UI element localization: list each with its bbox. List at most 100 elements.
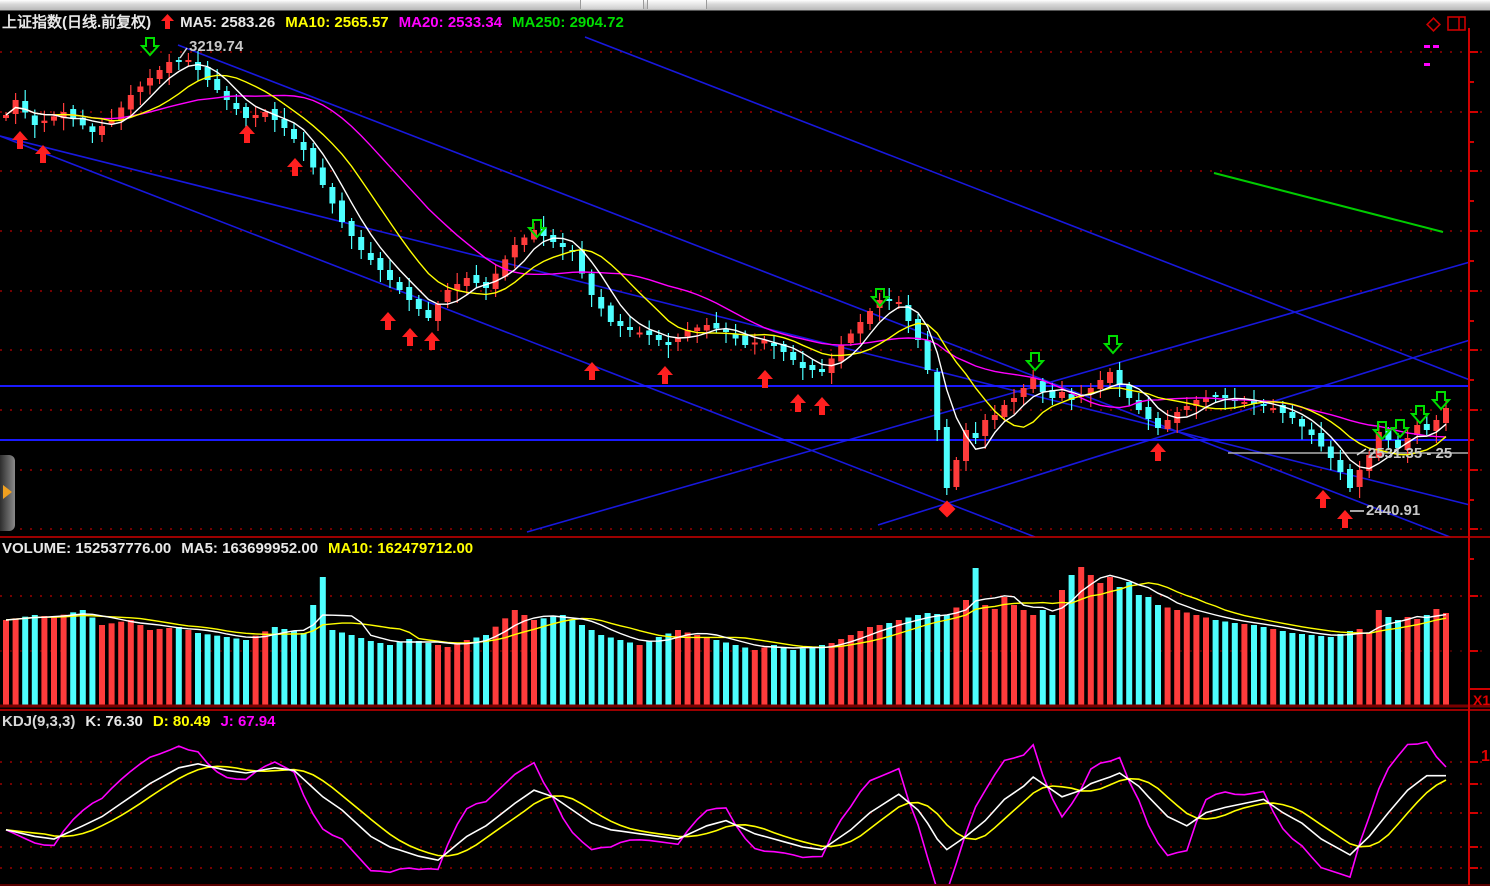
volume-bar: [1251, 625, 1257, 705]
volume-bar: [1241, 624, 1247, 705]
candle: [1309, 430, 1315, 436]
candle: [464, 278, 470, 286]
candle: [1097, 380, 1103, 389]
kdj-k-value: K: 76.30: [85, 713, 143, 730]
volume-bar: [531, 620, 537, 705]
candle: [1241, 402, 1247, 404]
candle: [838, 345, 844, 362]
chart-canvas[interactable]: [0, 0, 1490, 886]
volume-bar: [483, 635, 489, 705]
candle: [281, 119, 287, 128]
buy-arrow: [424, 332, 440, 350]
candle: [665, 342, 671, 345]
candle: [157, 70, 163, 79]
volume-bar: [1357, 629, 1363, 705]
volume-bar: [1193, 615, 1199, 705]
candle: [896, 302, 902, 304]
volume-bar: [339, 633, 345, 706]
candle: [99, 126, 105, 135]
volume-bar: [1088, 575, 1094, 705]
volume-bar: [627, 643, 633, 706]
volume-bar: [829, 643, 835, 705]
candle: [147, 78, 153, 86]
candle: [819, 369, 825, 372]
volume-bar: [1174, 610, 1180, 705]
candle: [214, 79, 220, 90]
buy-arrow: [287, 158, 303, 176]
candle: [934, 372, 940, 430]
candle: [637, 333, 643, 335]
candle: [560, 243, 566, 247]
volume-bar: [397, 642, 403, 705]
price-range-label: 2531.35 - 25: [1368, 445, 1452, 462]
kdj-pane[interactable]: [6, 742, 1446, 886]
candle: [1155, 418, 1161, 428]
candle: [1184, 406, 1190, 410]
volume-bar: [1030, 615, 1036, 705]
volume-bar: [1145, 597, 1151, 705]
volume-bar: [166, 628, 172, 705]
candle: [1433, 420, 1439, 431]
candle: [166, 62, 172, 73]
buy-arrow: [790, 394, 806, 412]
candle: [435, 304, 441, 321]
volume-bar: [685, 633, 691, 706]
volume-bar: [41, 616, 47, 705]
candle: [1213, 395, 1219, 397]
volume-bar: [934, 614, 940, 705]
candle: [848, 334, 854, 344]
buy-arrow: [239, 125, 255, 143]
candle: [1040, 381, 1046, 392]
candle: [521, 238, 527, 246]
volume-bar: [1117, 587, 1123, 705]
candle: [713, 323, 719, 329]
diamond-tool-icon[interactable]: [1424, 15, 1442, 33]
volume-bar: [80, 610, 86, 705]
candle: [1270, 408, 1276, 410]
volume-bar: [70, 612, 76, 705]
candle: [617, 321, 623, 326]
volume-bar: [1309, 635, 1315, 705]
volume-bar: [272, 627, 278, 705]
buy-arrow: [380, 312, 396, 330]
buy-arrow: [657, 366, 673, 384]
candle: [1337, 460, 1343, 472]
candle: [349, 221, 355, 236]
volume-bar: [445, 647, 451, 705]
candle: [752, 343, 758, 345]
candle: [1261, 404, 1267, 406]
kdj-scale-label: 1: [1481, 748, 1490, 766]
candle: [742, 336, 748, 346]
sidebar-expand-handle[interactable]: [0, 455, 15, 531]
candle: [51, 116, 57, 120]
volume-bar: [118, 622, 124, 705]
volume-bar: [3, 620, 9, 705]
volume-bar: [1078, 567, 1084, 705]
candle: [70, 109, 76, 119]
volume-bar: [1232, 623, 1238, 705]
volume-bar: [291, 631, 297, 705]
candle: [1328, 447, 1334, 459]
candle: [310, 148, 316, 168]
sell-arrow: [1105, 336, 1121, 353]
kdj-name: KDJ(9,3,3): [2, 713, 75, 730]
volume-bar: [310, 605, 316, 705]
volume-bar: [32, 615, 38, 705]
gridlines: [0, 52, 1490, 868]
candle: [1289, 412, 1295, 418]
volume-pane[interactable]: [3, 567, 1449, 705]
volume-bar: [243, 640, 249, 705]
volume-bar: [781, 648, 787, 706]
volume-bar: [541, 618, 547, 705]
volume-bar: [1126, 582, 1132, 705]
volume-bar: [569, 620, 575, 705]
volume-bar: [1337, 634, 1343, 705]
volume-bar: [61, 615, 67, 705]
candle: [41, 121, 47, 123]
volume-bar: [694, 635, 700, 705]
volume-bar: [1443, 613, 1449, 705]
buy-arrow: [1337, 510, 1353, 528]
window-layout-icon[interactable]: [1447, 16, 1467, 32]
magenta-dashes-icon: [1424, 35, 1450, 39]
volume-bar: [320, 577, 326, 705]
